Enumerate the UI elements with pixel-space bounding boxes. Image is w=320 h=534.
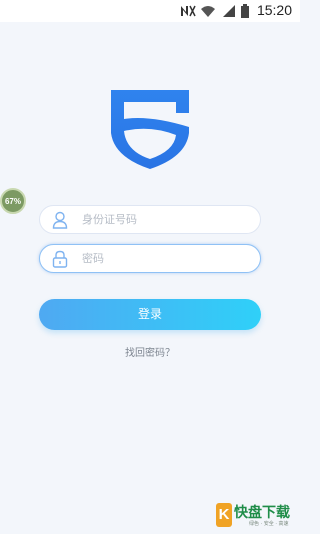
id-number-input[interactable] (82, 206, 252, 233)
floating-progress-badge[interactable]: 67% (0, 188, 26, 214)
forgot-password-link[interactable]: 找回密码？ (0, 344, 300, 359)
watermark-logo: K 快盘下载 绿色 · 安全 · 高速 (216, 500, 298, 530)
login-button[interactable]: 登录 (39, 299, 261, 330)
floating-badge-text: 67% (4, 196, 21, 206)
watermark-k-icon: K (216, 503, 232, 527)
user-icon (52, 211, 68, 229)
notification-icon (181, 5, 196, 17)
wifi-icon (201, 6, 215, 17)
shield-logo-icon (111, 90, 189, 169)
id-number-field[interactable] (39, 205, 261, 234)
password-input[interactable] (82, 245, 252, 272)
status-time: 15:20 (256, 2, 292, 18)
signal-icon (223, 5, 235, 17)
status-bar: 15:20 (0, 0, 300, 22)
lock-icon (52, 250, 68, 268)
watermark-subtitle: 绿色 · 安全 · 高速 (249, 521, 289, 527)
watermark-title: 快盘下载 (234, 505, 290, 521)
password-field[interactable] (39, 244, 261, 273)
battery-icon (241, 4, 249, 18)
